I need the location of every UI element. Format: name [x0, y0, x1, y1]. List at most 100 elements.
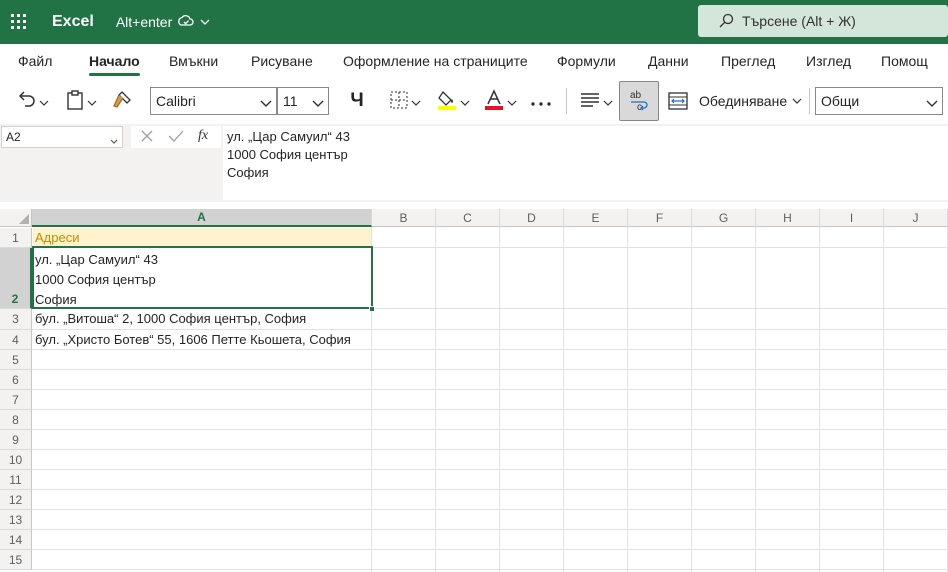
more-options-button[interactable]: [528, 88, 554, 114]
chevron-down-icon[interactable]: [791, 96, 803, 106]
tab-help[interactable]: Помощ: [881, 53, 928, 69]
cancel-icon[interactable]: [140, 129, 154, 146]
align-button[interactable]: [576, 88, 616, 114]
tab-draw[interactable]: Рисуване: [251, 53, 313, 69]
row-header-13[interactable]: 13: [0, 510, 32, 530]
tab-page-layout[interactable]: Оформление на страниците: [343, 53, 528, 69]
select-all-icon: [19, 214, 29, 224]
column-header-g[interactable]: G: [692, 209, 756, 227]
borders-button[interactable]: [386, 88, 424, 114]
row-header-4[interactable]: 4: [0, 330, 32, 350]
gridline: [32, 369, 948, 370]
row-header-12[interactable]: 12: [0, 490, 32, 510]
tab-insert[interactable]: Вмъкни: [169, 53, 218, 69]
chevron-down-icon[interactable]: [200, 19, 210, 25]
gridline: [435, 227, 436, 572]
cell-selection: [32, 246, 373, 309]
font-color-icon: [484, 88, 504, 114]
name-box[interactable]: A2: [1, 126, 123, 148]
clipboard-icon: [66, 89, 84, 113]
column-header-i[interactable]: I: [820, 209, 884, 227]
chevron-down-icon: [87, 94, 97, 109]
gridline: [32, 569, 948, 570]
fill-handle[interactable]: [369, 306, 375, 312]
cell-a1[interactable]: Адреси: [33, 228, 371, 247]
tab-file[interactable]: Файл: [18, 53, 52, 69]
row-header-15[interactable]: 15: [0, 550, 32, 570]
svg-text:ab: ab: [630, 90, 642, 101]
align-left-icon: [580, 92, 600, 111]
row-header-5[interactable]: 5: [0, 350, 32, 370]
column-header-e[interactable]: E: [564, 209, 628, 227]
gridline: [691, 227, 692, 572]
toolbar-separator: [809, 88, 810, 114]
tab-view[interactable]: Изглед: [806, 53, 851, 69]
formula-input[interactable]: ул. „Цар Самуил“ 43 1000 София център Со…: [223, 126, 948, 200]
chevron-down-icon: [926, 95, 938, 111]
font-name-value: Calibri: [156, 93, 196, 109]
merge-cells-icon[interactable]: [667, 90, 689, 112]
format-painter-button[interactable]: [110, 90, 134, 112]
row-header-10[interactable]: 10: [0, 450, 32, 470]
row-header-6[interactable]: 6: [0, 370, 32, 390]
cell-a3[interactable]: бул. „Витоша“ 2, 1000 София център, Софи…: [33, 309, 372, 329]
search-placeholder: Търсене (Alt + Ж): [742, 13, 856, 29]
font-color-button[interactable]: [481, 88, 519, 114]
column-header-h[interactable]: H: [756, 209, 820, 227]
gridline: [32, 389, 948, 390]
chevron-down-icon: [603, 94, 613, 109]
tab-home[interactable]: Начало: [89, 53, 140, 76]
name-box-value: A2: [6, 130, 21, 144]
row-header-7[interactable]: 7: [0, 390, 32, 410]
row-header-2[interactable]: 2: [0, 248, 32, 309]
wrap-text-button[interactable]: ab c: [619, 81, 659, 121]
merge-cells-button[interactable]: Обединяване: [699, 93, 787, 109]
column-header-f[interactable]: F: [628, 209, 692, 227]
gridline: [755, 227, 756, 572]
document-title[interactable]: Alt+enter: [116, 14, 210, 30]
fill-color-button[interactable]: [434, 88, 472, 114]
row-header-1[interactable]: 1: [0, 228, 32, 248]
row-header-9[interactable]: 9: [0, 430, 32, 450]
formula-bar: A2 fx ул. „Цар Самуил“ 43 1000 София цен…: [0, 124, 948, 202]
cell-a4[interactable]: бул. „Христо Ботев“ 55, 1606 Петте Кьоше…: [33, 330, 372, 350]
row-header-3[interactable]: 3: [0, 309, 32, 330]
borders-icon: [390, 91, 408, 112]
row-header-8[interactable]: 8: [0, 410, 32, 430]
gridline: [32, 549, 948, 550]
column-header-d[interactable]: D: [500, 209, 564, 227]
column-header-b[interactable]: B: [372, 209, 436, 227]
saved-status-icon: [178, 15, 194, 29]
app-launcher-icon[interactable]: [0, 0, 38, 44]
gridline: [32, 489, 948, 490]
column-header-c[interactable]: C: [436, 209, 500, 227]
tab-formulas[interactable]: Формули: [557, 53, 616, 69]
formula-controls: fx: [131, 126, 221, 148]
enter-check-icon[interactable]: [168, 129, 184, 146]
gridline: [32, 429, 948, 430]
row-header-11[interactable]: 11: [0, 470, 32, 490]
gridline: [32, 449, 948, 450]
search-box[interactable]: Търсене (Alt + Ж): [698, 5, 948, 37]
font-size-value: 11: [283, 93, 298, 109]
formula-line: 1000 София център: [227, 147, 348, 162]
font-name-select[interactable]: Calibri: [150, 87, 277, 115]
font-size-select[interactable]: 11: [277, 87, 329, 115]
insert-function-button[interactable]: fx: [198, 128, 208, 144]
gridline: [819, 227, 820, 572]
tab-data[interactable]: Данни: [648, 53, 689, 69]
chevron-down-icon: [260, 95, 272, 111]
column-header-a[interactable]: A: [32, 209, 372, 227]
undo-button[interactable]: [12, 90, 52, 112]
number-format-select[interactable]: Общи: [815, 87, 943, 115]
row-header-14[interactable]: 14: [0, 530, 32, 550]
bold-button[interactable]: Ч: [344, 88, 370, 114]
gridline: [627, 227, 628, 572]
paste-button[interactable]: [62, 89, 100, 113]
wrap-text-icon: ab c: [628, 88, 650, 115]
format-painter-icon: [112, 90, 132, 113]
column-header-j[interactable]: J: [884, 209, 948, 227]
tab-review[interactable]: Преглед: [721, 53, 775, 69]
select-all-button[interactable]: [0, 209, 32, 227]
app-name[interactable]: Excel: [52, 13, 94, 31]
